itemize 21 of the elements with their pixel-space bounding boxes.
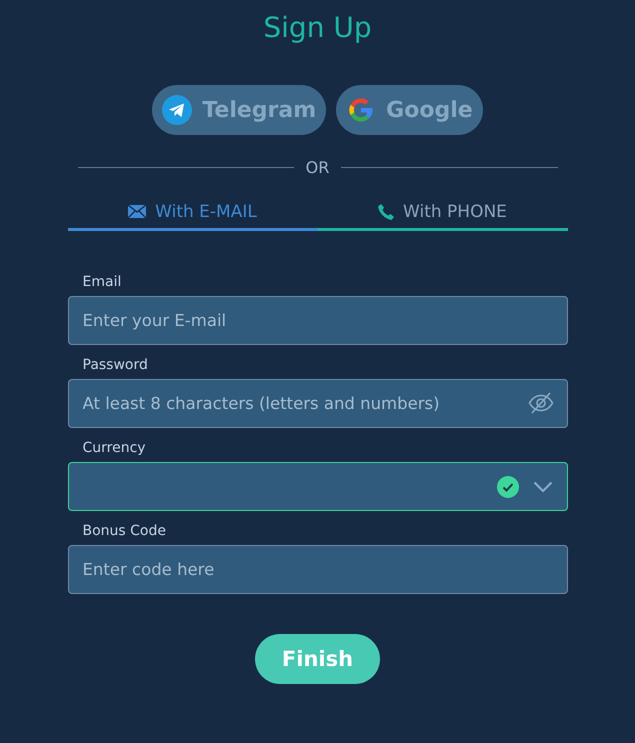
check-circle-icon [496, 476, 518, 498]
input-field[interactable]: Enter code here [68, 545, 568, 594]
tab[interactable]: With E-MAIL [68, 195, 318, 231]
field-label: Email [82, 274, 122, 290]
select-field[interactable] [68, 462, 568, 511]
tab[interactable]: With PHONE [318, 195, 568, 231]
finish-button[interactable]: Finish [255, 634, 380, 684]
divider-text: OR [306, 158, 330, 177]
input-field[interactable]: At least 8 characters (letters and numbers) [68, 379, 568, 428]
chevron-down-icon[interactable] [532, 480, 552, 492]
phone-icon [378, 204, 394, 220]
input-field[interactable]: Enter your E-mail [68, 296, 568, 345]
social-login-button[interactable]: Google [336, 85, 483, 135]
field-label: Currency [82, 440, 146, 456]
field-label: Bonus Code [82, 523, 166, 539]
envelope-icon [128, 205, 146, 218]
social-login-button[interactable]: Telegram [152, 85, 326, 135]
field-label: Password [82, 357, 148, 373]
page-title: Sign Up [262, 10, 373, 46]
eye-slash-icon[interactable] [528, 391, 554, 415]
paper-plane-icon [162, 95, 192, 125]
